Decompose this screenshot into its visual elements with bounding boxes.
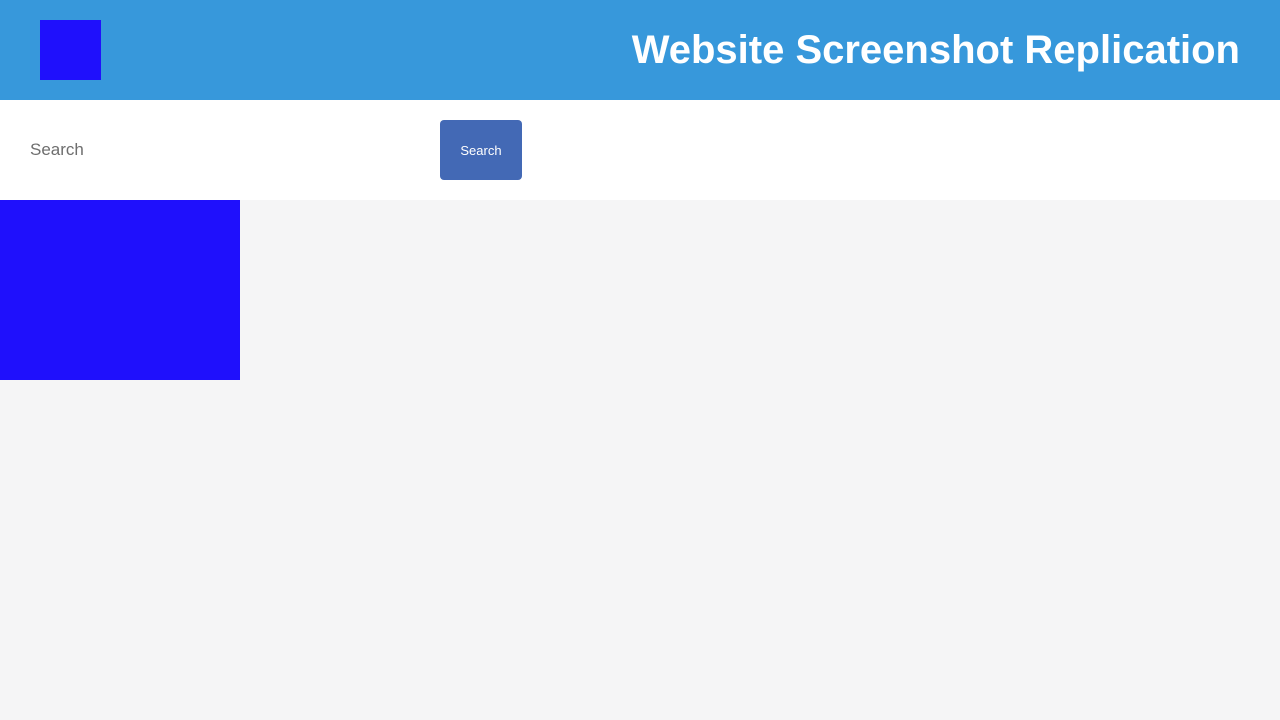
site-header: Website Screenshot Replication [0,0,1280,100]
page-title: Website Screenshot Replication [631,28,1240,72]
logo[interactable] [40,20,101,80]
search-button[interactable]: Search [440,120,522,180]
search-bar: Search [0,100,1280,200]
search-input[interactable] [20,130,420,170]
content-image-block [0,200,240,380]
